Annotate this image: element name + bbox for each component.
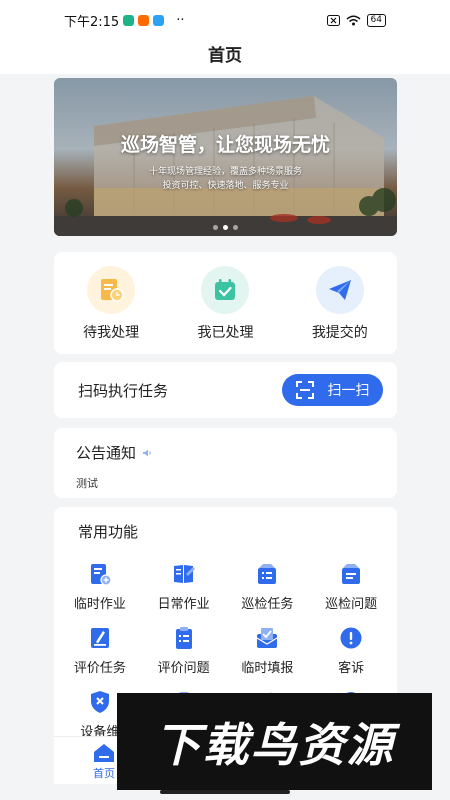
carousel-dot-active[interactable]: [223, 225, 228, 230]
quick-action-icon-wrap: [87, 266, 136, 314]
inspection-task-icon: [258, 564, 277, 584]
temp-report-icon: [257, 628, 278, 648]
feature-label: 日常作业: [157, 597, 210, 612]
banner-subtitle-2: 投资可控、快速落地、服务专业: [162, 181, 289, 191]
feature-label: 临时填报: [241, 661, 294, 676]
notice-text: 测试: [76, 477, 98, 490]
sim-icon: [326, 14, 340, 26]
quick-action-icon-wrap: [315, 266, 364, 314]
status-right: 64: [326, 13, 386, 27]
carousel-dot[interactable]: [213, 225, 218, 230]
banner-image: [54, 78, 397, 236]
device-maintenance-icon: [90, 691, 109, 713]
quick-action-label: 我已处理: [197, 325, 254, 341]
status-time: 下午2:15: [64, 14, 120, 30]
feature-label: 巡检任务: [241, 597, 294, 612]
battery-icon: 64: [366, 13, 386, 27]
feature-temp-job[interactable]: 临时作业: [58, 562, 142, 612]
feature-daily-job[interactable]: 日常作业: [142, 562, 226, 612]
feature-complaint[interactable]: 客诉: [309, 626, 393, 676]
pending-doc-icon: [101, 279, 124, 302]
quick-action-done[interactable]: 我已处理: [168, 252, 282, 354]
scan-button-label: 扫一扫: [327, 383, 370, 399]
page-title: 首页: [0, 40, 450, 74]
scan-task-label: 扫码执行任务: [78, 381, 169, 400]
feature-label: 临时作业: [73, 597, 126, 612]
banner-title: 巡场智管，让您现场无忧: [120, 134, 330, 156]
inspection-issue-icon: [342, 564, 361, 584]
more-notifications-icon: ··: [176, 12, 185, 28]
quick-action-icon-wrap: [201, 266, 250, 314]
quick-action-label: 待我处理: [83, 325, 140, 341]
notification-app-icon: [138, 14, 150, 26]
feature-evaluation-task[interactable]: 评价任务: [58, 626, 142, 676]
quick-action-label: 我提交的: [311, 325, 368, 341]
notice-card[interactable]: 公告通知 测试: [54, 428, 397, 498]
calendar-check-icon: [215, 279, 236, 300]
scan-icon: [295, 381, 314, 399]
temp-job-icon: [90, 564, 112, 586]
evaluation-task-icon: [90, 628, 109, 648]
complaint-icon: [340, 627, 362, 649]
notification-app-icon: [123, 14, 135, 26]
home-icon: [94, 744, 114, 762]
carousel-indicator: [54, 225, 397, 230]
status-left: 下午2:15 ··: [64, 11, 184, 30]
notice-title: 公告通知: [76, 444, 137, 462]
evaluation-issue-icon: [175, 627, 192, 649]
feature-label: 评价任务: [73, 661, 126, 676]
watermark-text: 下载鸟资源: [154, 717, 395, 772]
daily-job-icon: [173, 565, 195, 583]
watermark-overlay: 下载鸟资源: [117, 693, 432, 790]
feature-label: 客诉: [338, 661, 365, 676]
feature-label: 评价问题: [157, 661, 210, 676]
paper-plane-icon: [328, 280, 351, 300]
feature-temp-report[interactable]: 临时填报: [226, 626, 310, 676]
scan-task-card: 扫码执行任务 扫一扫: [54, 362, 397, 418]
feature-label: 巡检问题: [325, 597, 378, 612]
tab-home-label: 首页: [93, 767, 115, 780]
home-indicator: [160, 790, 290, 794]
features-title: 常用功能: [78, 523, 139, 541]
speaker-icon: [143, 449, 151, 456]
wifi-icon: [346, 15, 361, 25]
banner-carousel[interactable]: 巡场智管，让您现场无忧 十年现场管理经验，覆盖多种场景服务 投资可控、快速落地、…: [54, 78, 397, 236]
quick-actions-card: 待我处理 我已处理 我提交的: [54, 252, 397, 354]
banner-subtitle-1: 十年现场管理经验，覆盖多种场景服务: [148, 167, 302, 177]
feature-inspection-issue[interactable]: 巡检问题: [309, 562, 393, 612]
feature-inspection-task[interactable]: 巡检任务: [226, 562, 310, 612]
carousel-dot[interactable]: [233, 225, 238, 230]
feature-evaluation-issue[interactable]: 评价问题: [142, 626, 226, 676]
scan-button[interactable]: 扫一扫: [282, 374, 383, 406]
notice-header: 公告通知: [76, 442, 397, 463]
quick-action-pending[interactable]: 待我处理: [54, 252, 168, 354]
status-bar: 下午2:15 ·· 64: [0, 0, 450, 40]
notification-app-icon: [153, 14, 165, 26]
quick-action-submitted[interactable]: 我提交的: [283, 252, 397, 354]
